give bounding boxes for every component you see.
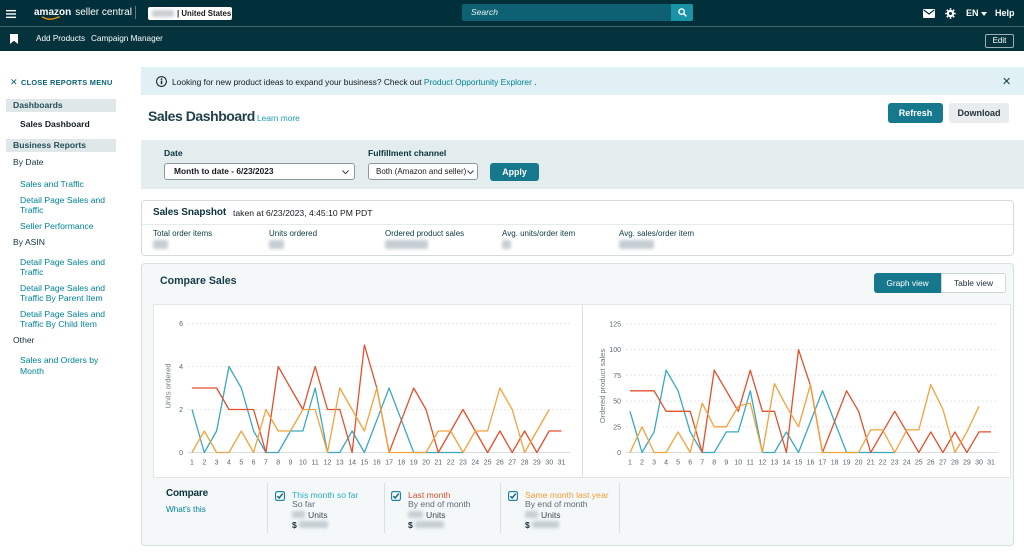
svg-text:25: 25	[915, 460, 923, 467]
svg-text:17: 17	[819, 460, 827, 467]
svg-text:12: 12	[759, 460, 767, 467]
svg-text:9: 9	[289, 460, 293, 467]
svg-text:3: 3	[652, 460, 656, 467]
svg-text:8: 8	[712, 460, 716, 467]
svg-text:100: 100	[609, 347, 621, 354]
svg-text:30: 30	[545, 460, 553, 467]
svg-text:14: 14	[348, 460, 356, 467]
svg-text:50: 50	[613, 399, 621, 406]
svg-text:31: 31	[987, 460, 995, 467]
svg-text:Ordered product sales: Ordered product sales	[598, 349, 607, 423]
svg-text:1: 1	[190, 460, 194, 467]
svg-text:28: 28	[951, 460, 959, 467]
svg-text:0: 0	[617, 450, 621, 457]
svg-text:125: 125	[609, 321, 621, 328]
svg-text:15: 15	[795, 460, 803, 467]
svg-text:5: 5	[676, 460, 680, 467]
svg-text:5: 5	[239, 460, 243, 467]
svg-text:24: 24	[471, 460, 479, 467]
svg-text:21: 21	[867, 460, 875, 467]
svg-text:25: 25	[613, 424, 621, 431]
svg-text:24: 24	[903, 460, 911, 467]
svg-text:0: 0	[179, 450, 183, 457]
svg-text:10: 10	[299, 460, 307, 467]
svg-text:28: 28	[521, 460, 529, 467]
svg-text:3: 3	[215, 460, 219, 467]
svg-text:27: 27	[939, 460, 947, 467]
svg-text:29: 29	[963, 460, 971, 467]
svg-text:30: 30	[975, 460, 983, 467]
svg-text:6: 6	[688, 460, 692, 467]
svg-text:22: 22	[879, 460, 887, 467]
svg-text:75: 75	[613, 373, 621, 380]
svg-text:26: 26	[496, 460, 504, 467]
svg-text:12: 12	[324, 460, 332, 467]
svg-text:15: 15	[361, 460, 369, 467]
svg-text:22: 22	[447, 460, 455, 467]
svg-text:4: 4	[227, 460, 231, 467]
svg-text:1: 1	[628, 460, 632, 467]
svg-text:17: 17	[385, 460, 393, 467]
svg-text:7: 7	[264, 460, 268, 467]
svg-text:19: 19	[410, 460, 418, 467]
svg-text:19: 19	[843, 460, 851, 467]
svg-text:4: 4	[179, 364, 183, 371]
svg-text:23: 23	[891, 460, 899, 467]
svg-text:6: 6	[252, 460, 256, 467]
svg-text:31: 31	[558, 460, 566, 467]
svg-text:21: 21	[434, 460, 442, 467]
svg-text:4: 4	[664, 460, 668, 467]
svg-text:2: 2	[179, 407, 183, 414]
svg-text:13: 13	[771, 460, 779, 467]
svg-text:9: 9	[724, 460, 728, 467]
svg-text:20: 20	[422, 460, 430, 467]
svg-text:2: 2	[640, 460, 644, 467]
svg-text:23: 23	[459, 460, 467, 467]
svg-text:18: 18	[398, 460, 406, 467]
svg-text:16: 16	[373, 460, 381, 467]
svg-text:10: 10	[734, 460, 742, 467]
svg-text:14: 14	[783, 460, 791, 467]
svg-text:7: 7	[700, 460, 704, 467]
svg-text:26: 26	[927, 460, 935, 467]
svg-text:11: 11	[747, 460, 754, 467]
svg-text:29: 29	[533, 460, 541, 467]
svg-text:2: 2	[202, 460, 206, 467]
svg-text:13: 13	[336, 460, 344, 467]
svg-text:25: 25	[484, 460, 492, 467]
svg-text:8: 8	[276, 460, 280, 467]
svg-text:Units ordered: Units ordered	[164, 363, 173, 408]
svg-text:11: 11	[312, 460, 319, 467]
svg-text:6: 6	[179, 321, 183, 328]
svg-text:18: 18	[831, 460, 839, 467]
svg-text:27: 27	[508, 460, 516, 467]
svg-text:16: 16	[807, 460, 815, 467]
svg-text:20: 20	[855, 460, 863, 467]
